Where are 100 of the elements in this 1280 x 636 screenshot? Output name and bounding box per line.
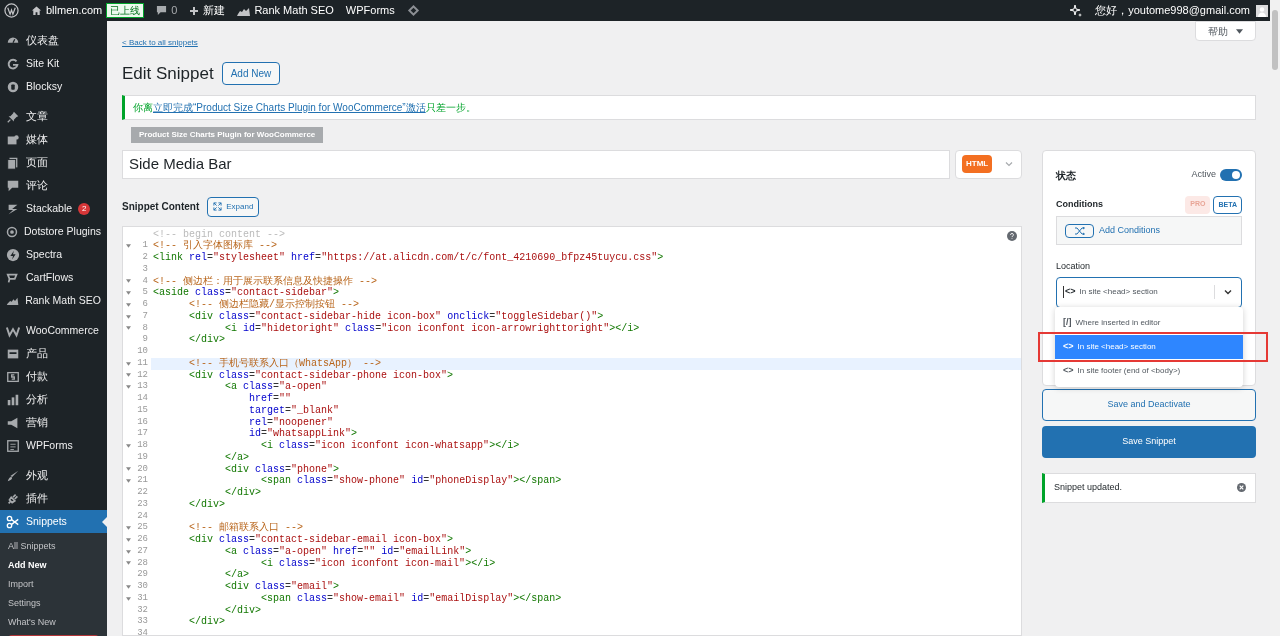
code-line: id="whatsappLink"> (248, 428, 358, 440)
fold-arrow-icon[interactable] (126, 244, 131, 249)
help-button[interactable]: 帮助 (1195, 21, 1256, 41)
save-button[interactable]: Save Snippet (1042, 425, 1256, 458)
sidebar-item[interactable]: Rank Math SEO (0, 289, 107, 312)
fold-arrow-icon[interactable] (126, 596, 131, 601)
code-icon: <> (1065, 285, 1076, 299)
code-line: <aside class="contact-sidebar"> (152, 287, 340, 299)
sidebar-item[interactable]: 付款 (0, 365, 107, 388)
line-number: 11 (137, 357, 148, 370)
line-number: 8 (142, 322, 148, 335)
add-conditions-link[interactable]: Add Conditions (1099, 223, 1161, 238)
fold-arrow-icon[interactable] (126, 443, 131, 448)
location-select[interactable]: <> In site <head> section (1056, 276, 1242, 308)
shuffle-button[interactable] (1065, 223, 1094, 238)
submenu-item[interactable]: Settings (0, 594, 107, 613)
sidebar-item[interactable]: 页面 (0, 151, 107, 174)
speech-bubble-icon (6, 178, 20, 193)
line-number: 28 (137, 557, 148, 570)
fold-arrow-icon[interactable] (126, 279, 131, 284)
code-line: <a class="a-open" href="" id="emailLink"> (224, 545, 472, 558)
sidebar-item[interactable]: Dotstore Plugins (0, 220, 107, 243)
letter-g-icon (6, 56, 20, 71)
site-link[interactable]: bllmen.com (31, 2, 103, 19)
fold-arrow-icon[interactable] (126, 302, 131, 307)
code-line: <div class="contact-sidebar-phone icon-box"> (188, 369, 454, 381)
comments-link[interactable]: 0 (156, 2, 178, 19)
sidebar-item[interactable]: 营销 (0, 411, 107, 434)
snippet-title-field[interactable]: Side Media Bar (122, 149, 950, 179)
sidebar-item[interactable]: 文章 (0, 105, 107, 128)
sidebar-item[interactable]: 仪表盘 (0, 29, 107, 52)
admin-bar-link[interactable]: WPForms (345, 2, 395, 19)
sidebar-item[interactable]: CartFlows (0, 266, 107, 289)
sidebar-item[interactable]: Snippets (0, 510, 107, 533)
sidebar-item[interactable]: 插件 (0, 487, 107, 510)
dismiss-icon[interactable] (1237, 483, 1246, 492)
code-editor[interactable] (122, 225, 1022, 636)
fold-arrow-icon[interactable] (126, 326, 131, 331)
back-link[interactable]: < Back to all snippets (122, 37, 198, 49)
fold-arrow-icon[interactable] (126, 479, 131, 484)
plug-icon (6, 491, 20, 506)
sidebar-item[interactable]: Blocksy (0, 75, 107, 98)
fold-arrow-icon[interactable] (126, 537, 131, 542)
dropdown-option[interactable]: <> In site <head> section (1055, 334, 1243, 359)
code-line: <link rel="stylesheet" href="https://at.alicdn.com/t/c/font_4210690_bfpz45tuycu.css"> (152, 252, 664, 264)
fold-arrow-icon[interactable] (126, 314, 131, 319)
fold-arrow-icon[interactable] (126, 584, 131, 589)
form-icon (6, 438, 20, 453)
add-new-button[interactable]: Add New (221, 62, 281, 86)
sidebar-item[interactable]: 媒体 (0, 128, 107, 151)
sidebar-item[interactable]: Spectra (0, 243, 107, 266)
sidebar-item[interactable]: Site Kit (0, 52, 107, 75)
line-number: 30 (137, 581, 148, 593)
sidebar-item[interactable]: 产品 (0, 342, 107, 365)
dropdown-option[interactable]: [/] Where inserted in editor (1055, 310, 1243, 335)
admin-bar-link[interactable]: Rank Math SEO (237, 2, 334, 19)
paintbrush-icon (6, 468, 20, 483)
fold-arrow-icon[interactable] (126, 361, 131, 366)
fold-arrow-icon[interactable] (126, 291, 131, 296)
sidebar-item[interactable]: WPForms (0, 434, 107, 457)
sidebar-item[interactable]: Stackable 2 (0, 197, 107, 220)
sidebar-item[interactable]: 评论 (0, 174, 107, 197)
fold-arrow-icon[interactable] (126, 526, 131, 531)
field-label: Location (1056, 260, 1092, 273)
code-line: <!-- 邮箱联系入口 --> (188, 522, 304, 534)
avatar-icon (1256, 4, 1268, 17)
bolt-circle-icon (6, 247, 20, 262)
code-line: rel="noopener" (248, 416, 334, 428)
submenu-item[interactable]: Import (0, 575, 107, 594)
submenu-item[interactable]: All Snippets (0, 537, 107, 556)
fold-arrow-icon[interactable] (126, 549, 131, 554)
help-icon[interactable] (1007, 230, 1017, 241)
active-toggle[interactable] (1220, 169, 1242, 181)
field-label: Conditions (1056, 198, 1103, 211)
code-line: <!-- 侧边栏：用于展示联系信息及快捷操作 --> (152, 275, 377, 287)
notice-link[interactable]: 立即完成“Product Size Charts Plugin for WooCommerce”激活 (153, 101, 426, 113)
account-link[interactable]: 您好，youtome998@gmail.com (1095, 2, 1268, 19)
shuffle-icon (1074, 226, 1085, 235)
type-badge: HTML (962, 155, 993, 173)
fold-arrow-icon[interactable] (126, 467, 131, 472)
submenu-item[interactable]: Add New (0, 556, 107, 575)
sidebar-item[interactable]: WooCommerce (0, 319, 107, 342)
line-number: 27 (137, 545, 148, 558)
target-icon (6, 224, 18, 239)
pushpin-icon (6, 109, 20, 124)
submenu-item[interactable]: What's New (0, 613, 107, 632)
expand-button[interactable]: Expand (207, 196, 260, 217)
sidebar-item[interactable]: 外观 (0, 464, 107, 487)
line-number: 33 (137, 616, 148, 628)
new-link[interactable]: 新建 (189, 2, 226, 19)
circle-icon (6, 79, 20, 94)
code-line: <i class="icon iconfont icon-whatsapp"></i> (260, 440, 520, 452)
fold-arrow-icon[interactable] (126, 373, 131, 378)
fold-arrow-icon[interactable] (126, 385, 131, 390)
line-number: 23 (137, 498, 148, 511)
save-deactivate-button[interactable]: Save and Deactivate (1042, 388, 1256, 421)
scrollbar-thumb[interactable] (1272, 10, 1278, 70)
fold-arrow-icon[interactable] (126, 561, 131, 566)
sidebar-item[interactable]: 分析 (0, 388, 107, 411)
dropdown-option[interactable]: <> In site footer (end of <body>) (1055, 358, 1243, 383)
